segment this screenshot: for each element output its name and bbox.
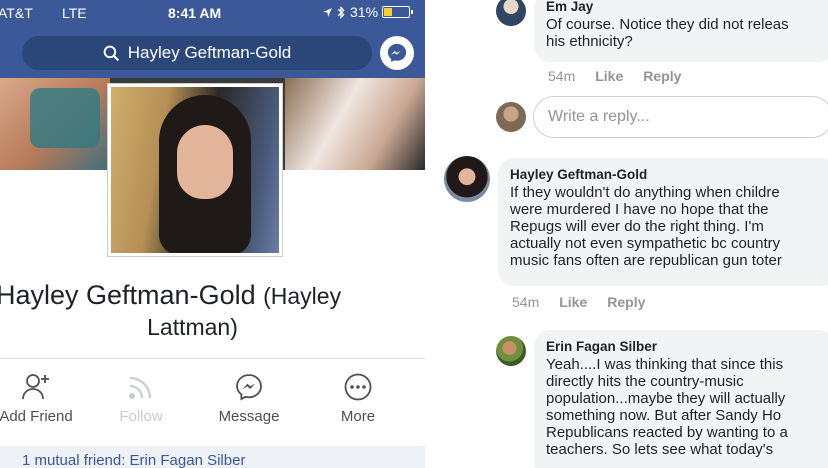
avatar[interactable] <box>496 0 526 26</box>
message-label: Message <box>218 408 280 425</box>
messenger-icon <box>387 43 407 63</box>
reply-link[interactable]: Reply <box>607 294 645 310</box>
message-button[interactable]: Message <box>212 372 286 425</box>
search-bar: Hayley Geftman-Gold <box>0 28 425 78</box>
like-link[interactable]: Like <box>559 294 587 310</box>
reply-input[interactable]: Write a reply... <box>533 96 828 138</box>
comment-line: population...maybe they will actually <box>546 390 786 407</box>
location-arrow-icon <box>323 7 332 17</box>
divider <box>0 358 425 359</box>
follow-label: Follow <box>119 408 163 425</box>
comment-time: 54m <box>548 68 576 84</box>
follow-button[interactable]: Follow <box>108 372 174 425</box>
avatar[interactable] <box>496 336 526 366</box>
comment-bubble: Em Jay Of course. Notice they did not re… <box>534 0 828 62</box>
battery-icon <box>382 6 414 18</box>
profile-screen: AT&T LTE 8:41 AM 31% Hayley Geftman-Gold… <box>0 0 425 468</box>
comment-time: 54m <box>512 294 540 310</box>
profile-name: Hayley Geftman-Gold (Hayley <box>0 278 416 313</box>
like-link[interactable]: Like <box>595 68 623 84</box>
comment-line: music fans often are republican gun tote… <box>510 252 782 269</box>
status-right: 31% <box>322 4 414 20</box>
comment-line: Repugs will ever do the right thing. I'm <box>510 218 764 235</box>
add-friend-icon <box>22 374 49 400</box>
carrier-label: AT&T <box>0 5 33 21</box>
comment-line: were murdered I have no hope that the <box>510 201 769 218</box>
more-label: More <box>340 408 376 425</box>
comment-line: teachers. So lets see what today's <box>546 441 774 458</box>
comment-author[interactable]: Em Jay <box>546 0 822 15</box>
comment-bubble: Hayley Geftman-Gold If they wouldn't do … <box>498 158 828 286</box>
bluetooth-icon <box>337 5 345 19</box>
status-bar: AT&T LTE 8:41 AM 31% <box>0 0 425 28</box>
search-input[interactable]: Hayley Geftman-Gold <box>22 36 372 70</box>
add-friend-button[interactable]: Add Friend <box>0 372 76 425</box>
clock: 8:41 AM <box>168 5 222 21</box>
comment-line: actually not even sympathetic bc country <box>510 235 781 252</box>
mutual-friends-link[interactable]: 1 mutual friend: Erin Fagan Silber <box>0 446 425 468</box>
avatar[interactable] <box>444 156 490 202</box>
profile-alt-name-part1: (Hayley <box>263 283 342 309</box>
comment-line: something now. But after Sandy Ho <box>546 407 782 424</box>
more-button[interactable]: More <box>336 372 380 425</box>
profile-actions: Add Friend Follow Message More <box>0 372 425 432</box>
comment-line: directly hits the country-music <box>546 373 744 390</box>
messenger-icon <box>236 374 262 401</box>
comment-line: Yeah....I was thinking that since this <box>546 356 784 373</box>
comment-line: Of course. Notice they did not releas <box>546 16 789 33</box>
current-user-avatar <box>496 102 526 132</box>
reply-link[interactable]: Reply <box>643 68 681 84</box>
comment-author[interactable]: Erin Fagan Silber <box>546 338 822 355</box>
cover-photo-left <box>0 78 110 170</box>
comment-line: Republicans reacted by wanting to a <box>546 424 788 441</box>
comment-meta: 54m Like Reply <box>512 294 645 310</box>
search-icon <box>103 45 119 61</box>
comment-bubble: Erin Fagan Silber Yeah....I was thinking… <box>534 330 828 468</box>
battery-fill <box>384 8 393 16</box>
comment-thread: Em Jay Of course. Notice they did not re… <box>430 0 828 468</box>
battery-percent: 31% <box>350 4 379 20</box>
follow-icon <box>129 376 152 399</box>
profile-alt-name-part2: Lattman) <box>147 314 238 340</box>
profile-name-main: Hayley Geftman-Gold <box>0 280 256 310</box>
network-label: LTE <box>62 5 87 21</box>
comment-meta: 54m Like Reply <box>548 68 681 84</box>
comment-author[interactable]: Hayley Geftman-Gold <box>510 166 826 183</box>
profile-picture[interactable] <box>108 84 282 256</box>
messenger-button[interactable] <box>380 36 414 70</box>
more-icon <box>344 373 372 401</box>
search-query: Hayley Geftman-Gold <box>127 43 292 62</box>
cover-photo-right <box>285 78 425 170</box>
comment-line: his ethnicity? <box>546 33 633 50</box>
comment-line: If they wouldn't do anything when childr… <box>510 184 780 201</box>
add-friend-label: Add Friend <box>0 408 73 425</box>
